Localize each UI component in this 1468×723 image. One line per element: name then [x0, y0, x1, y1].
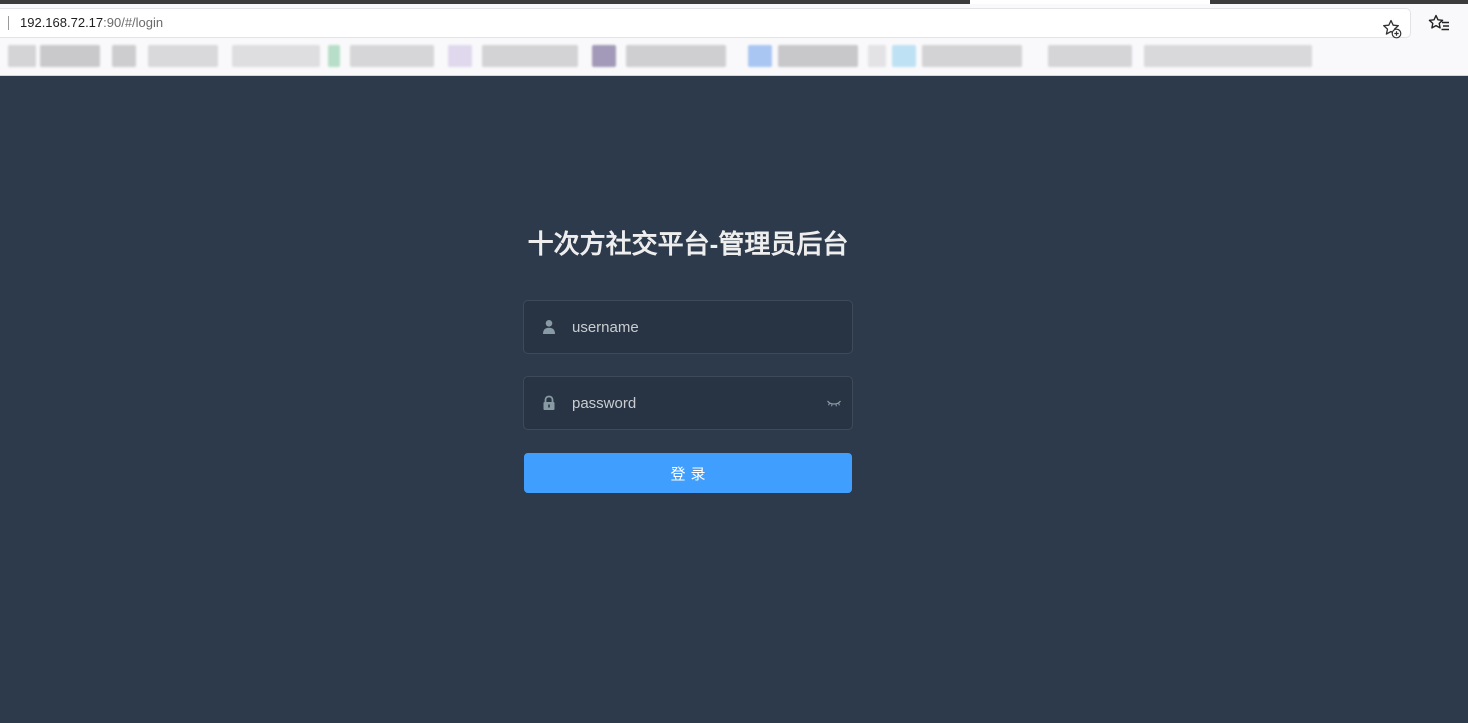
url-path: :90/#/login — [103, 15, 164, 30]
bookmarks-bar — [0, 42, 1468, 76]
bookmark-item[interactable] — [232, 45, 320, 67]
user-icon — [543, 320, 555, 334]
username-field[interactable] — [523, 300, 853, 354]
page-title: 十次方社交平台-管理员后台 — [527, 229, 849, 259]
eye-closed-icon[interactable] — [826, 397, 842, 409]
bookmark-item[interactable] — [892, 45, 916, 67]
password-field[interactable] — [523, 376, 853, 430]
address-divider — [8, 16, 9, 30]
address-bar[interactable]: 192.168.72.17:90/#/login — [0, 9, 1410, 40]
login-page: 十次方社交平台-管理员后台 登录 — [0, 76, 1468, 723]
star-plus-icon[interactable] — [1381, 18, 1403, 40]
bookmark-item[interactable] — [40, 45, 100, 67]
bookmark-item[interactable] — [1048, 45, 1132, 67]
bookmark-item[interactable] — [328, 45, 340, 67]
favorites-list-icon[interactable] — [1428, 12, 1452, 36]
username-input[interactable] — [572, 301, 822, 353]
bookmark-item[interactable] — [868, 45, 886, 67]
url-host: 192.168.72.17 — [20, 15, 104, 30]
login-button[interactable]: 登录 — [524, 453, 852, 493]
bookmark-item[interactable] — [748, 45, 772, 67]
password-input[interactable] — [572, 377, 822, 429]
bookmark-item[interactable] — [8, 45, 36, 67]
bookmark-item[interactable] — [1144, 45, 1312, 67]
url-text[interactable]: 192.168.72.17:90/#/login — [20, 15, 163, 31]
bookmark-item[interactable] — [112, 45, 136, 67]
bookmark-item[interactable] — [448, 45, 472, 67]
bookmark-item[interactable] — [626, 45, 726, 67]
bookmark-item[interactable] — [922, 45, 1022, 67]
browser-toolbar: 192.168.72.17:90/#/login — [0, 4, 1468, 42]
lock-icon — [543, 395, 555, 410]
bookmark-item[interactable] — [148, 45, 218, 67]
bookmark-item[interactable] — [592, 45, 616, 67]
bookmark-item[interactable] — [482, 45, 578, 67]
bookmark-item[interactable] — [778, 45, 858, 67]
bookmark-item[interactable] — [350, 45, 434, 67]
